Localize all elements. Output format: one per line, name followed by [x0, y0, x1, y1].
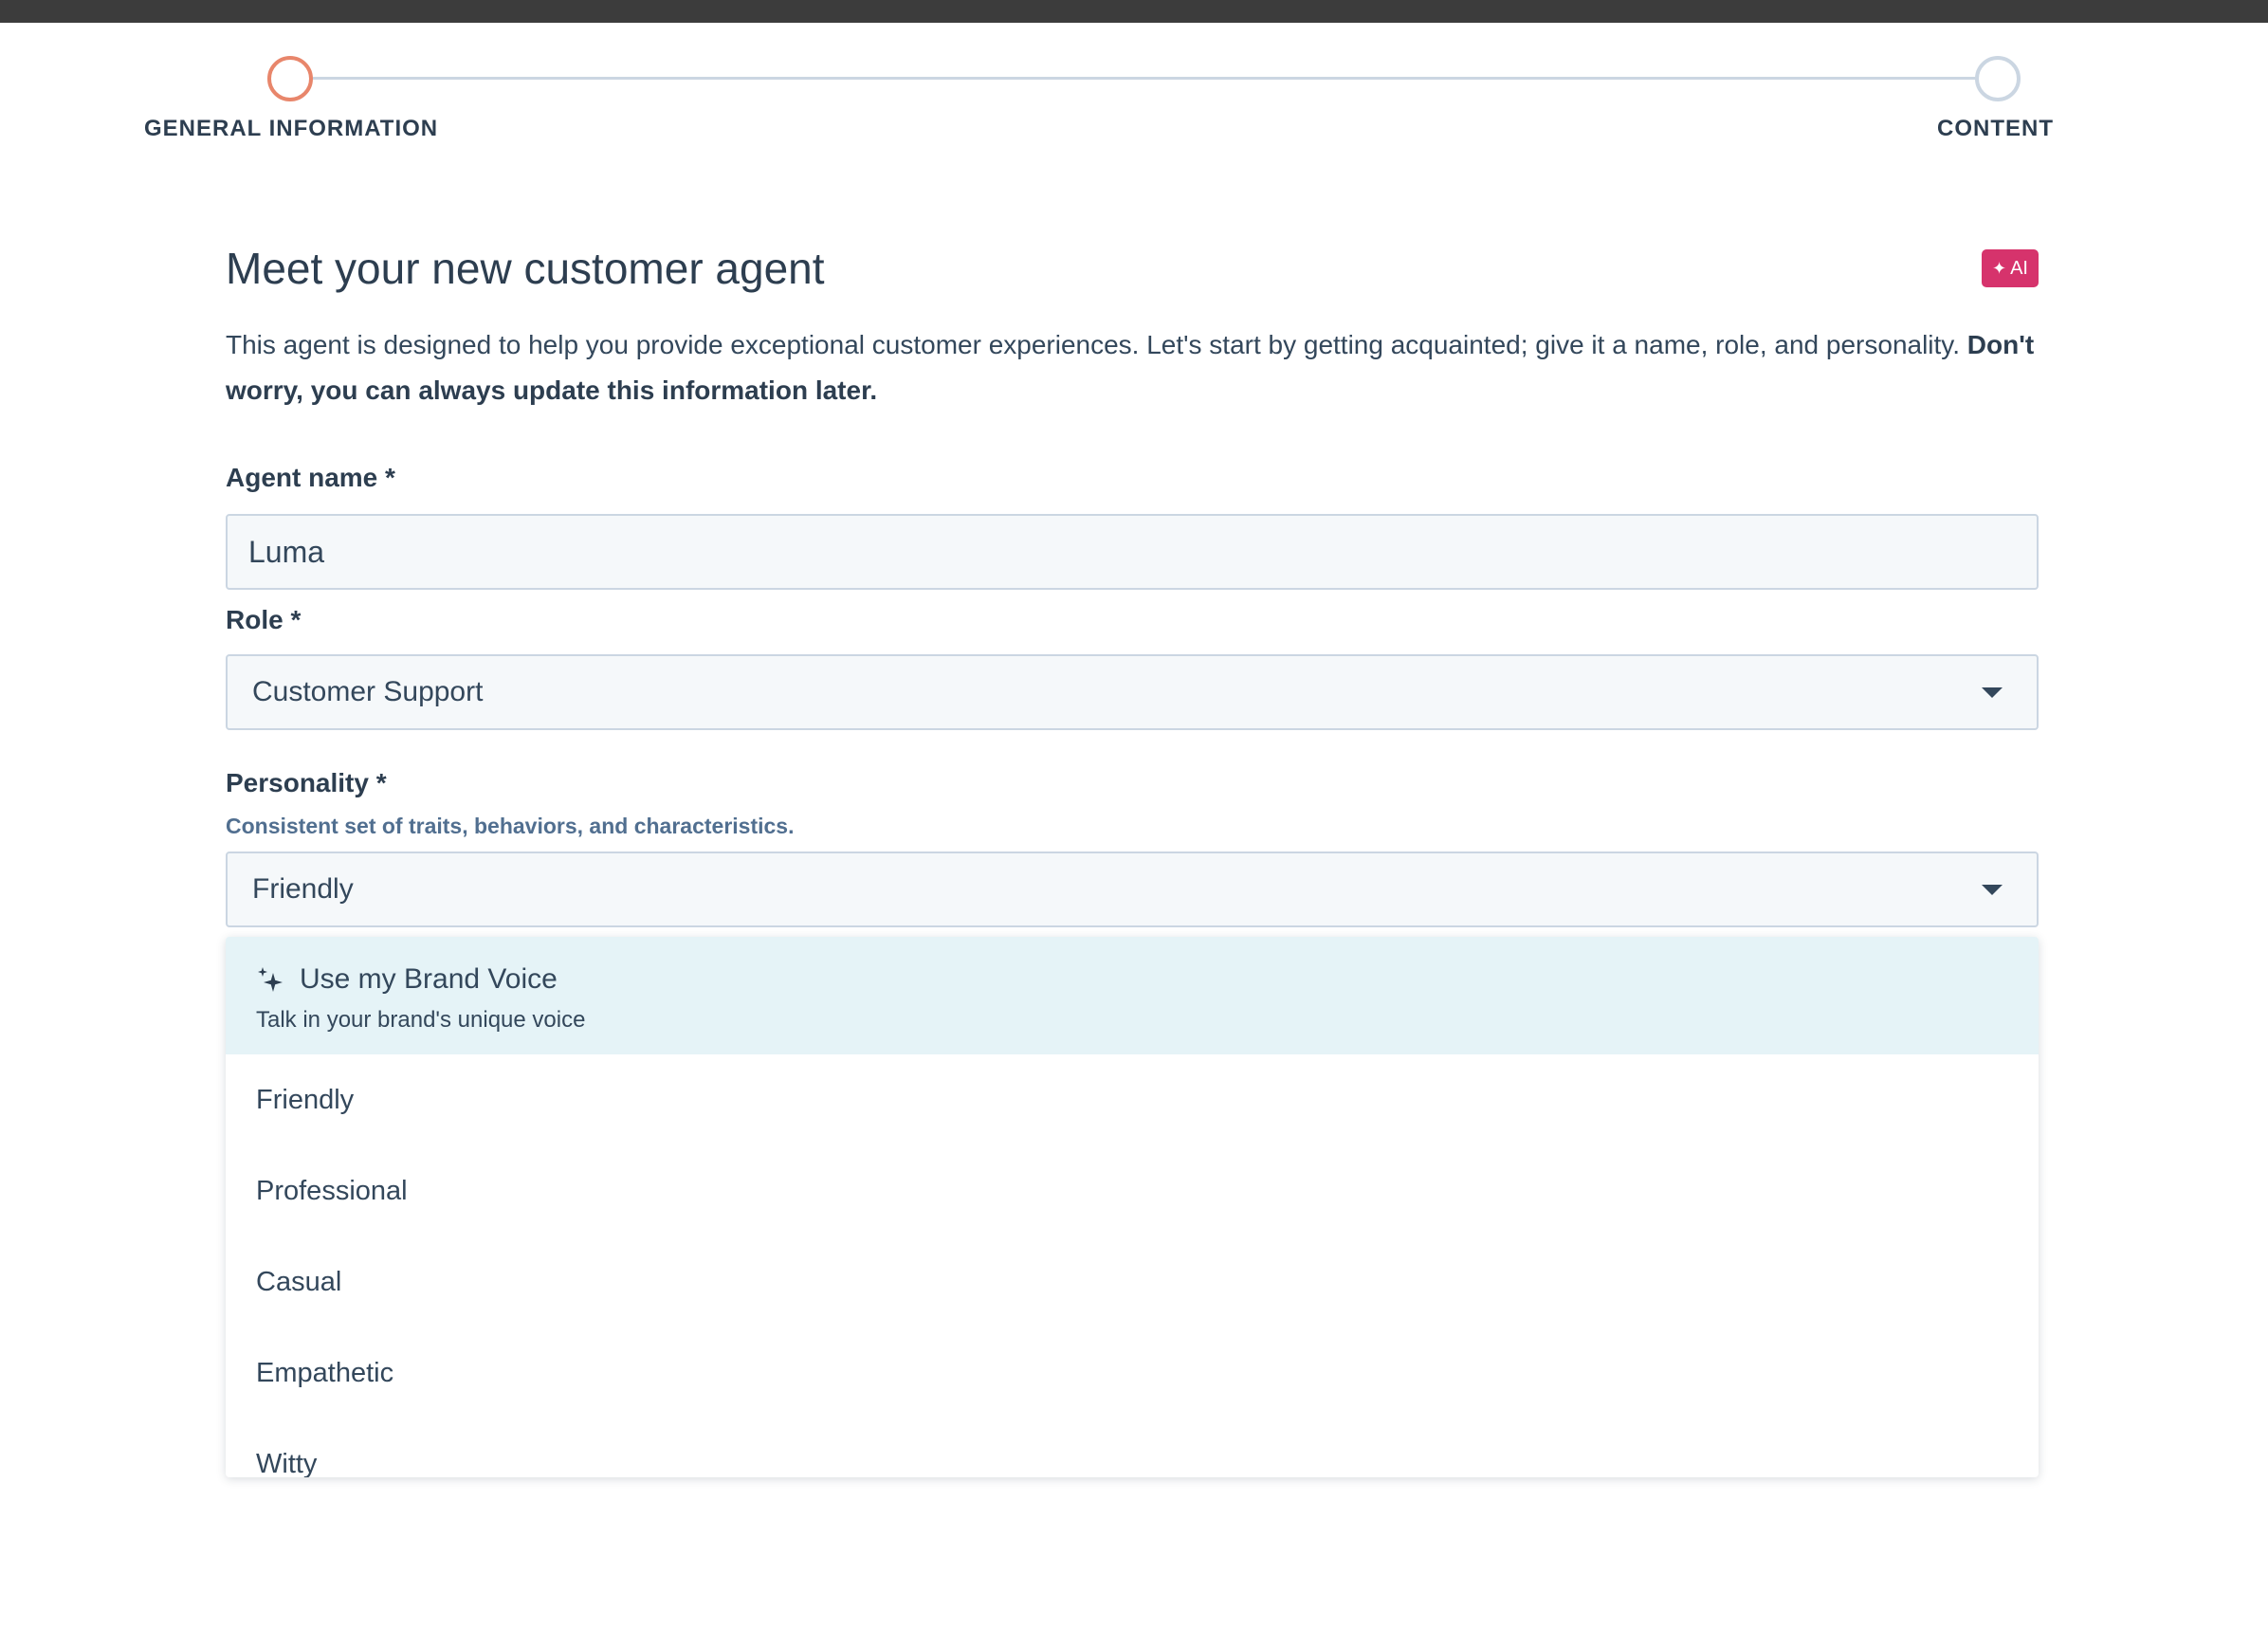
brand-voice-description: Talk in your brand's unique voice [256, 1007, 586, 1033]
option-label: Friendly [256, 1084, 355, 1115]
personality-dropdown-menu: Use my Brand Voice Talk in your brand's … [226, 937, 2039, 1477]
ai-badge: ✦ AI [1982, 249, 2039, 287]
option-label: Empathetic [256, 1357, 394, 1388]
intro-text: This agent is designed to help you provi… [226, 330, 1967, 359]
step-indicator-general-information[interactable] [267, 56, 313, 101]
browser-top-bar [0, 0, 2268, 23]
chevron-down-icon [1982, 687, 2003, 698]
progress-stepper: GENERAL INFORMATION CONTENT [0, 23, 2268, 156]
stepper-line [313, 77, 1976, 80]
ai-badge-label: AI [2010, 258, 2028, 279]
personality-select[interactable]: Friendly [226, 851, 2039, 927]
role-label: Role * [226, 605, 302, 634]
personality-selected-value: Friendly [252, 873, 354, 905]
sparkle-icon [258, 967, 283, 992]
dropdown-option-friendly[interactable]: Friendly [226, 1054, 2039, 1145]
sparkle-icon: ✦ [1992, 259, 2007, 278]
personality-label: Personality * [226, 768, 387, 797]
agent-name-value: Luma [248, 534, 325, 569]
step-indicator-content[interactable] [1975, 56, 2021, 101]
dropdown-option-witty[interactable]: Witty [226, 1419, 2039, 1478]
personality-help-text: Consistent set of traits, behaviors, and… [226, 814, 795, 838]
role-select[interactable]: Customer Support [226, 654, 2039, 730]
dropdown-option-professional[interactable]: Professional [226, 1145, 2039, 1236]
chevron-down-icon [1982, 884, 2003, 895]
brand-voice-label: Use my Brand Voice [300, 963, 558, 995]
step-label-content[interactable]: CONTENT [1937, 116, 2054, 142]
page-title: Meet your new customer agent [226, 244, 825, 293]
agent-name-label: Agent name * [226, 463, 395, 492]
option-label: Professional [256, 1175, 408, 1206]
dropdown-option-casual[interactable]: Casual [226, 1236, 2039, 1328]
option-label: Witty [256, 1448, 318, 1478]
role-selected-value: Customer Support [252, 676, 484, 707]
intro-description: This agent is designed to help you provi… [226, 322, 2039, 413]
dropdown-option-brand-voice[interactable]: Use my Brand Voice Talk in your brand's … [226, 937, 2039, 1054]
dropdown-option-empathetic[interactable]: Empathetic [226, 1328, 2039, 1419]
agent-name-input[interactable]: Luma [226, 514, 2039, 590]
step-label-general-information[interactable]: GENERAL INFORMATION [144, 116, 438, 142]
option-label: Casual [256, 1266, 342, 1297]
